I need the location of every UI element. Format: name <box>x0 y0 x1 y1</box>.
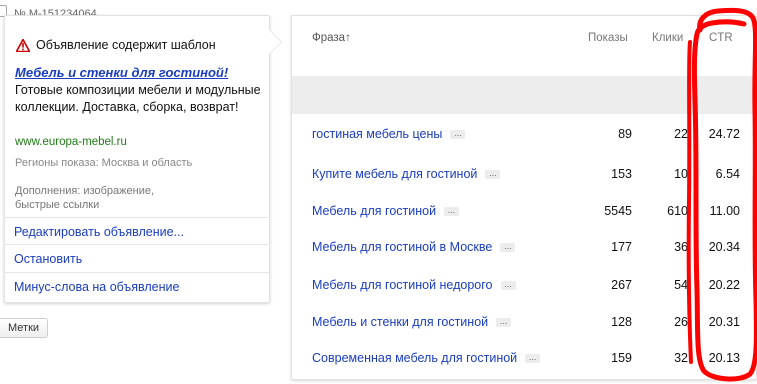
shows-value: 159 <box>611 351 632 365</box>
ctr-value: 20.31 <box>708 315 740 329</box>
ctr-value: 11.00 <box>709 204 740 218</box>
shows-value: 5545 <box>604 204 632 218</box>
ad-extras: Дополнения: изображение, быстрые ссылки <box>15 185 155 211</box>
clicks-value: 26 <box>674 315 688 329</box>
warning-icon <box>16 38 30 52</box>
phrase-link[interactable]: Мебель для гостиной... <box>312 204 460 218</box>
phrase-link[interactable]: Мебель для гостиной в Москве... <box>312 240 516 254</box>
template-warning: Объявление содержит шаблон <box>16 38 216 52</box>
shows-value: 177 <box>611 240 632 254</box>
table-row: Современная мебель для гостиной... 159 3… <box>292 351 756 371</box>
ad-card-pointer <box>269 30 281 54</box>
more-options-button[interactable]: ... <box>500 242 516 253</box>
more-options-button[interactable]: ... <box>525 353 541 364</box>
phrase-link[interactable]: Современная мебель для гостиной... <box>312 351 541 365</box>
ctr-value: 20.22 <box>708 278 740 292</box>
ctr-value: 6.54 <box>715 167 740 181</box>
shows-value: 267 <box>611 278 632 292</box>
shows-value: 89 <box>618 127 632 141</box>
stop-ad-link[interactable]: Остановить <box>4 244 270 272</box>
clicks-value: 54 <box>674 278 688 292</box>
more-options-button[interactable]: ... <box>496 317 512 328</box>
shows-value: 128 <box>611 315 632 329</box>
phrase-link[interactable]: гостиная мебель цены... <box>312 127 466 141</box>
phrase-link[interactable]: Мебель для гостиной недорого... <box>312 278 516 292</box>
ad-regions: Регионы показа: Москва и область <box>15 157 193 169</box>
negative-keywords-link[interactable]: Минус-слова на объявление <box>4 272 270 300</box>
table-row: Купите мебель для гостиной... 153 10 6.5… <box>292 167 756 187</box>
column-header-clicks[interactable]: Клики <box>652 32 683 44</box>
column-header-shows[interactable]: Показы <box>588 32 628 44</box>
template-warning-text: Объявление содержит шаблон <box>36 38 216 52</box>
more-options-button[interactable]: ... <box>444 206 460 217</box>
phrase-link[interactable]: Купите мебель для гостиной... <box>312 167 501 181</box>
ad-display-url: www.europa-mebel.ru <box>15 136 127 148</box>
table-row: гостиная мебель цены... 89 22 24.72 <box>292 127 756 147</box>
table-row: Мебель для гостиной... 5545 610 11.00 <box>292 204 756 224</box>
tags-button[interactable]: Метки <box>0 318 49 338</box>
clicks-value: 36 <box>674 240 688 254</box>
ctr-value: 20.13 <box>708 351 740 365</box>
column-header-ctr[interactable]: CTR <box>709 32 733 44</box>
more-options-button[interactable]: ... <box>450 129 466 140</box>
phrases-table: Фраза↑ Показы Клики CTR гостиная мебель … <box>291 15 757 380</box>
clicks-value: 10 <box>674 167 688 181</box>
table-row: Мебель для гостиной в Москве... 177 36 2… <box>292 240 756 260</box>
table-header: Фраза↑ Показы Клики CTR <box>292 16 757 62</box>
column-header-phrase[interactable]: Фраза↑ <box>312 32 351 44</box>
ctr-value: 20.34 <box>708 240 740 254</box>
phrase-link[interactable]: Мебель и стенки для гостиной... <box>312 315 512 329</box>
clicks-value: 610 <box>667 204 688 218</box>
edit-ad-link[interactable]: Редактировать объявление... <box>4 217 270 245</box>
table-row: Мебель и стенки для гостиной... 128 26 2… <box>292 315 756 335</box>
table-subheader-band <box>292 76 756 114</box>
clicks-value: 22 <box>674 127 688 141</box>
ad-title-link[interactable]: Мебель и стенки для гостиной! <box>15 65 228 80</box>
more-options-button[interactable]: ... <box>485 169 501 180</box>
shows-value: 153 <box>611 167 632 181</box>
ctr-value: 24.72 <box>708 127 740 141</box>
ad-text: Готовые композиции мебели и модульные ко… <box>15 83 261 114</box>
clicks-value: 32 <box>674 351 688 365</box>
table-row: Мебель для гостиной недорого... 267 54 2… <box>292 278 756 298</box>
more-options-button[interactable]: ... <box>500 280 516 291</box>
